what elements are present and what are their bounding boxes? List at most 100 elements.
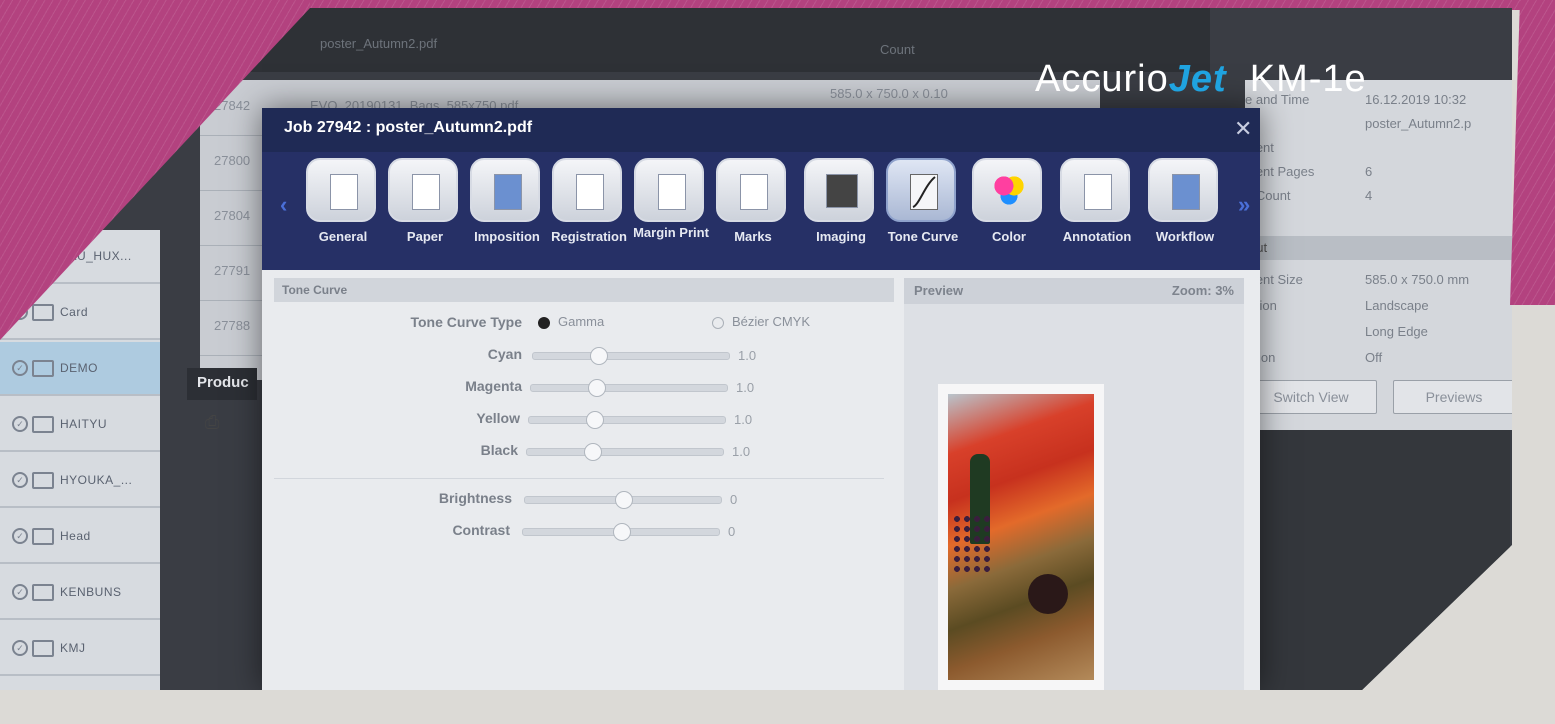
slider-label: Yellow — [476, 410, 520, 426]
magenta-slider[interactable] — [530, 379, 728, 397]
registration-icon — [552, 158, 622, 222]
margin-print-icon — [634, 158, 704, 222]
info-value: 585.0 x 750.0 mm — [1365, 272, 1470, 287]
paper-icon — [388, 158, 458, 222]
check-icon: ✓ — [12, 416, 28, 432]
check-icon: ✓ — [12, 472, 28, 488]
info-value: 4 — [1365, 188, 1373, 203]
general-icon — [306, 158, 376, 222]
slider-label: Black — [480, 442, 518, 458]
slider-value: 1.0 — [736, 380, 755, 395]
color-icon — [972, 158, 1042, 222]
info-value: Off — [1365, 350, 1383, 365]
tab-label: Imaging — [816, 229, 866, 244]
folder-item[interactable]: ✓ KMJ — [0, 622, 160, 676]
tab-registration[interactable]: Registration — [548, 158, 630, 268]
close-icon[interactable]: ✕ — [1234, 116, 1252, 142]
tab-label: Workflow — [1155, 229, 1215, 244]
dialog-title: Job 27942 : poster_Autumn2.pdf — [284, 119, 533, 136]
check-icon: ✓ — [12, 640, 28, 656]
slider-value: 1.0 — [732, 444, 751, 459]
folder-icon — [32, 583, 54, 601]
black-slider[interactable] — [526, 443, 724, 461]
brightness-slider[interactable] — [524, 491, 722, 509]
bezier-label: Bézier CMYK — [732, 314, 811, 329]
folder-icon — [32, 639, 54, 657]
tab-imposition[interactable]: Imposition — [466, 158, 548, 268]
divider — [274, 478, 884, 479]
check-icon: ✓ — [12, 360, 28, 376]
slider-knob[interactable] — [585, 411, 604, 429]
tab-marks[interactable]: Marks — [712, 158, 794, 268]
cyan-slider[interactable] — [532, 347, 730, 365]
slider-value: 1.0 — [738, 348, 757, 363]
zoom-label: Zoom: 3% — [1171, 283, 1234, 298]
tab-label: Margin Print — [633, 225, 709, 240]
tab-label: Imposition — [474, 229, 540, 244]
preview-area[interactable] — [904, 304, 1244, 690]
gamma-radio[interactable]: Gamma — [538, 314, 604, 329]
folder-item[interactable]: ✓ Head — [0, 510, 160, 564]
folder-icon — [32, 415, 54, 433]
job-id: 27800 — [214, 153, 251, 168]
slider-value: 1.0 — [734, 412, 753, 427]
slider-knob[interactable] — [587, 379, 606, 397]
previews-button[interactable]: Previews — [1393, 380, 1512, 414]
folder-name: DEMO — [60, 361, 98, 375]
tab-label: Registration — [551, 229, 627, 244]
folder-name: HYOUKA_... — [60, 473, 133, 487]
slider-label: Cyan — [487, 346, 522, 362]
tab-margin-print[interactable]: Margin Print — [630, 158, 712, 268]
slider-knob[interactable] — [613, 523, 631, 541]
folder-item[interactable]: ✓ HYOUKA_... — [0, 454, 160, 508]
switch-view-button[interactable]: Switch View — [1245, 380, 1377, 414]
slider-knob[interactable] — [589, 347, 608, 365]
logo-text-jet: Jet — [1168, 58, 1227, 100]
yellow-slider[interactable] — [528, 411, 726, 429]
logo-text-accurio: Accurio — [1035, 58, 1169, 100]
info-value: 16.12.2019 10:32 — [1365, 92, 1467, 107]
radio-selected-icon — [538, 316, 550, 329]
folder-icon — [32, 303, 54, 321]
tab-paper[interactable]: Paper — [384, 158, 466, 268]
folder-icon — [32, 527, 54, 545]
job-size: 585.0 x 750.0 x 0.10 — [830, 86, 948, 101]
tab-annotation[interactable]: Annotation — [1056, 158, 1138, 268]
slider-label: Contrast — [452, 522, 510, 538]
workflow-icon — [1148, 158, 1218, 222]
info-value: 6 — [1365, 164, 1373, 179]
monitor-photo: poster_Autumn2.pdf Count 27842 EVO_20190… — [0, 8, 1512, 690]
folder-name: Head — [60, 529, 91, 543]
tab-imaging[interactable]: Imaging — [800, 158, 882, 268]
info-value: poster_Autumn2.p — [1365, 116, 1472, 131]
header-filename: poster_Autumn2.pdf — [320, 36, 438, 51]
folder-item[interactable]: ✓ HAITYU — [0, 398, 160, 452]
info-value: Long Edge — [1365, 324, 1428, 339]
logo-text-model: KM-1e — [1249, 58, 1367, 100]
tone-curve-type-label: Tone Curve Type — [410, 314, 522, 330]
tab-tone-curve[interactable]: Tone Curve — [882, 158, 964, 268]
product-bar: Produc — [187, 368, 257, 400]
folder-item[interactable]: ✓ DEMO — [0, 342, 160, 396]
imaging-icon — [804, 158, 874, 222]
header-count: Count — [880, 42, 915, 57]
check-icon: ✓ — [12, 528, 28, 544]
slider-knob[interactable] — [583, 443, 602, 461]
tab-label: General — [318, 229, 368, 244]
tab-general[interactable]: General — [302, 158, 384, 268]
tab-color[interactable]: Color — [968, 158, 1050, 268]
slider-knob[interactable] — [615, 491, 633, 509]
tab-workflow[interactable]: Workflow — [1144, 158, 1226, 268]
tab-label: Paper — [406, 229, 444, 244]
marks-icon — [716, 158, 786, 222]
brand-logo: AccurioJet KM-1e — [1035, 58, 1367, 101]
dialog-titlebar: Job 27942 : poster_Autumn2.pdf ✕ — [262, 108, 1260, 152]
printer-icon[interactable]: ⎙ — [205, 412, 219, 433]
bezier-radio[interactable]: Bézier CMYK — [712, 314, 810, 329]
scroll-left-icon[interactable]: ‹ — [280, 192, 287, 218]
job-id: 27791 — [214, 263, 251, 278]
contrast-slider[interactable] — [522, 523, 720, 541]
tone-curve-icon — [886, 158, 956, 222]
folder-item[interactable]: ✓ KENBUNS — [0, 566, 160, 620]
scroll-right-icon[interactable]: » — [1238, 192, 1250, 218]
